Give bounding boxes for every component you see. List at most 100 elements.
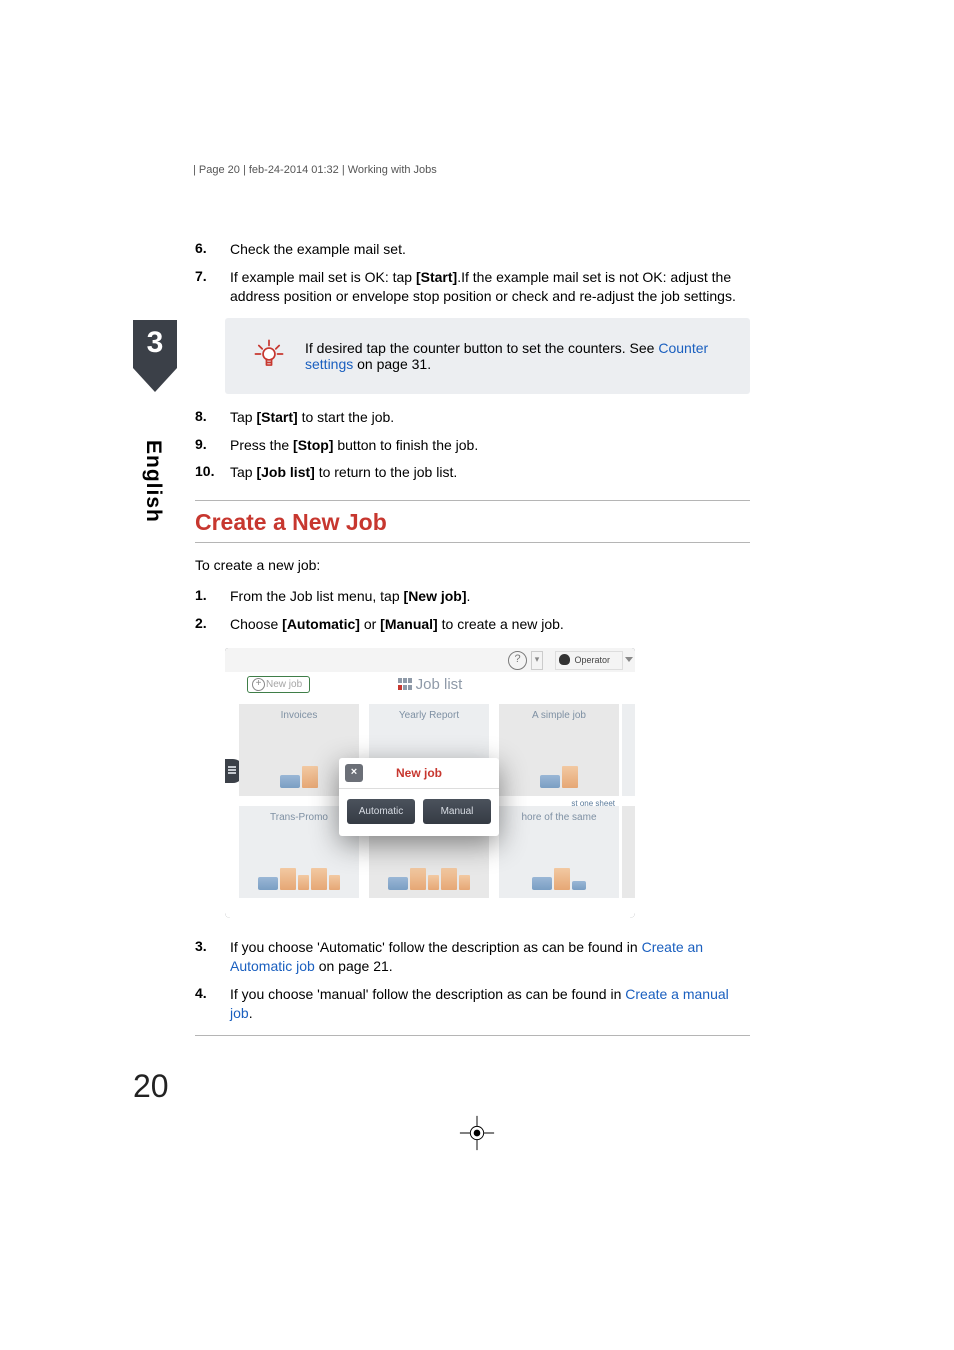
document-icon: [441, 868, 457, 890]
card-label: hore of the same: [499, 812, 619, 823]
item-number: 6.: [195, 240, 230, 259]
item-number: 10.: [195, 463, 230, 482]
ordered-list-d: 3. If you choose 'Automatic' follow the …: [195, 938, 750, 1023]
card-icons: [239, 868, 359, 890]
item-number: 8.: [195, 408, 230, 427]
list-item: 10. Tap [Job list] to return to the job …: [195, 463, 750, 482]
modal-header: × New job: [339, 758, 499, 789]
list-item: 9. Press the [Stop] button to finish the…: [195, 436, 750, 455]
bold-text: [Stop]: [293, 437, 333, 453]
envelope-icon: [532, 877, 552, 890]
item-number: 4.: [195, 985, 230, 1023]
ordered-list-a: 6. Check the example mail set. 7. If exa…: [195, 240, 750, 306]
document-icon: [329, 875, 340, 890]
operator-button[interactable]: Operator: [555, 651, 623, 670]
new-job-modal: × New job Automatic Manual: [339, 758, 499, 836]
text: Tap: [230, 464, 256, 480]
text: .: [249, 1005, 253, 1021]
page-number: 20: [133, 1068, 169, 1105]
rule: [195, 542, 750, 543]
rule: [195, 1035, 750, 1036]
bold-text: [New job]: [404, 588, 467, 604]
tip-callout: If desired tap the counter button to set…: [225, 318, 750, 394]
device-screenshot: ? ▾ Operator New job Job list › Invoices…: [225, 648, 635, 918]
modal-title: New job: [396, 766, 442, 780]
text: If you choose 'manual' follow the descri…: [230, 986, 625, 1002]
text: to start the job.: [298, 409, 395, 425]
text: to return to the job list.: [315, 464, 457, 480]
card-label: Invoices: [239, 710, 359, 721]
section-intro: To create a new job:: [195, 557, 750, 573]
envelope-icon: [572, 881, 586, 890]
document-icon: [459, 875, 470, 890]
envelope-icon: [280, 775, 300, 788]
job-card-more-same[interactable]: hore of the same: [499, 806, 619, 898]
document-icon: [554, 868, 570, 890]
language-tab: English: [141, 440, 165, 523]
modal-body: Automatic Manual: [339, 789, 499, 836]
job-card-a-simple-job[interactable]: A simple jobst one sheet: [499, 704, 619, 796]
text: If desired tap the counter button to set…: [305, 340, 658, 356]
chapter-tab: 3: [133, 320, 177, 460]
automatic-button[interactable]: Automatic: [347, 799, 415, 824]
item-text: Tap [Start] to start the job.: [230, 408, 750, 427]
document-icon: [280, 868, 296, 890]
chevron-down-icon[interactable]: [625, 657, 633, 662]
card-icons: [369, 868, 489, 890]
item-text: From the Job list menu, tap [New job].: [230, 587, 750, 606]
page-header: | Page 20 | feb-24-2014 01:32 | Working …: [193, 164, 437, 176]
card-label: A simple job: [499, 710, 619, 721]
list-item: 2. Choose [Automatic] or [Manual] to cre…: [195, 615, 750, 634]
bold-text: [Start]: [416, 269, 457, 285]
text: From the Job list menu, tap: [230, 588, 404, 604]
item-number: 2.: [195, 615, 230, 634]
item-text: Check the example mail set.: [230, 240, 750, 259]
card-icons: [499, 868, 619, 890]
lightbulb-icon: [233, 337, 305, 374]
list-item: 7. If example mail set is OK: tap [Start…: [195, 268, 750, 306]
screenshot-body: New job Job list › Invoices Yearly Repor…: [225, 672, 635, 918]
registration-mark-icon: [458, 1114, 496, 1155]
document-icon: [302, 766, 318, 788]
text: If you choose 'Automatic' follow the des…: [230, 939, 642, 955]
text: on page 31.: [353, 356, 431, 372]
envelope-icon: [540, 775, 560, 788]
text: or: [360, 616, 380, 632]
help-icon[interactable]: ?: [508, 651, 527, 670]
item-number: 1.: [195, 587, 230, 606]
list-item: 8. Tap [Start] to start the job.: [195, 408, 750, 427]
item-number: 7.: [195, 268, 230, 306]
dropdown-icon[interactable]: ▾: [531, 651, 543, 670]
title-text: Job list: [416, 676, 463, 693]
item-text: If you choose 'Automatic' follow the des…: [230, 938, 750, 976]
item-number: 3.: [195, 938, 230, 976]
item-text: If you choose 'manual' follow the descri…: [230, 985, 750, 1023]
list-item: 1. From the Job list menu, tap [New job]…: [195, 587, 750, 606]
callout-text: If desired tap the counter button to set…: [305, 340, 736, 372]
text: Tap: [230, 409, 256, 425]
job-card-edge[interactable]: [622, 704, 635, 796]
document-icon: [428, 875, 439, 890]
ordered-list-c: 1. From the Job list menu, tap [New job]…: [195, 587, 750, 634]
card-label: Yearly Report: [369, 710, 489, 721]
item-text: Press the [Stop] button to finish the jo…: [230, 436, 750, 455]
item-text: If example mail set is OK: tap [Start].I…: [230, 268, 750, 306]
document-icon: [298, 875, 309, 890]
grid-icon: [398, 677, 412, 694]
text: .: [467, 588, 471, 604]
list-item: 6. Check the example mail set.: [195, 240, 750, 259]
section-heading: Create a New Job: [195, 509, 750, 536]
main-content: 6. Check the example mail set. 7. If exa…: [195, 240, 750, 1036]
ordered-list-b: 8. Tap [Start] to start the job. 9. Pres…: [195, 408, 750, 483]
rule: [195, 500, 750, 501]
job-card-edge[interactable]: [622, 806, 635, 898]
bold-text: [Manual]: [380, 616, 438, 632]
card-icons: [499, 766, 619, 788]
list-item: 4. If you choose 'manual' follow the des…: [195, 985, 750, 1023]
text: Press the: [230, 437, 293, 453]
envelope-icon: [388, 877, 408, 890]
manual-button[interactable]: Manual: [423, 799, 491, 824]
close-icon[interactable]: ×: [345, 764, 363, 782]
text: If example mail set is OK: tap: [230, 269, 416, 285]
item-text: Tap [Job list] to return to the job list…: [230, 463, 750, 482]
